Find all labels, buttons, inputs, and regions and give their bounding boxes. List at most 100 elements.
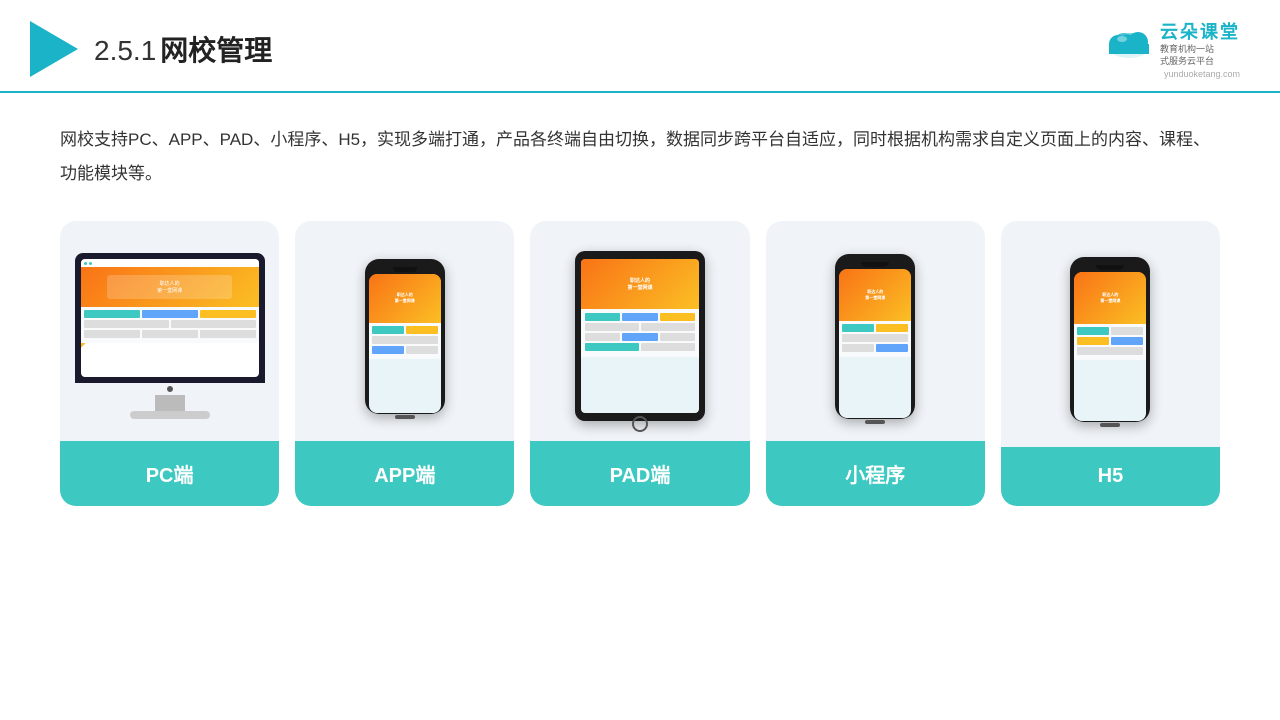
h5-banner: 职达人的第一堂网课 (1074, 272, 1146, 324)
screen-row (585, 313, 695, 321)
mobile-mockup-mp: 职达人的第一堂网课 (835, 254, 915, 419)
pc-mini-nav (81, 259, 259, 267)
nav-dot (84, 262, 87, 265)
app-banner: 职达人的第一堂网课 (369, 274, 441, 323)
pc-banner-inner: 职达人的第一堂网课 (107, 275, 232, 299)
description-text: 网校支持PC、APP、PAD、小程序、H5，实现多端打通，产品各终端自由切换，数… (60, 123, 1220, 191)
main-content: 网校支持PC、APP、PAD、小程序、H5，实现多端打通，产品各终端自由切换，数… (0, 93, 1280, 526)
screen-row (842, 344, 908, 352)
screen-block (622, 333, 657, 341)
screen-row (84, 320, 256, 328)
screen-block (200, 310, 256, 318)
screen-block (200, 330, 256, 338)
pc-stand-connector (167, 386, 173, 392)
mobile-screen-mp: 职达人的第一堂网课 (839, 269, 911, 418)
screen-block (585, 323, 639, 331)
mobile-mockup-app: 职达人的第一堂网课 (365, 259, 445, 414)
pc-stand-neck (155, 395, 185, 411)
title-text: 网校管理 (160, 35, 272, 66)
brand-logo: 云朵课堂 教育机构一站 式服务云平台 yunduoketang.com (1104, 18, 1240, 79)
h5-banner-text: 职达人的第一堂网课 (1100, 292, 1120, 304)
screen-block (876, 344, 908, 352)
screen-block (876, 324, 908, 332)
card-pc: 职达人的第一堂网课 (60, 221, 279, 506)
screen-block (1077, 327, 1109, 335)
screen-block (842, 344, 874, 352)
screen-block (84, 310, 140, 318)
title-number: 2.5.1 (94, 35, 156, 66)
screen-row (585, 323, 695, 331)
card-miniprogram: 职达人的第一堂网课 (766, 221, 985, 506)
card-image-app: 职达人的第一堂网课 (295, 221, 514, 441)
brand-row: 云朵课堂 教育机构一站 式服务云平台 (1104, 18, 1240, 67)
screen-row (372, 346, 438, 354)
app-banner-text: 职达人的第一堂网课 (395, 292, 415, 304)
screen-block (171, 320, 256, 328)
screen-row (1077, 337, 1143, 345)
card-image-h5: 职达人的第一堂网课 (1001, 221, 1220, 447)
tablet-mockup: 职达人的第一堂网课 (575, 251, 705, 421)
h5-device: 职达人的第一堂网课 (1070, 257, 1150, 422)
screen-block (842, 334, 908, 342)
screen-row (84, 310, 256, 318)
pad-banner: 职达人的第一堂网课 (581, 259, 699, 308)
nav-dot (89, 262, 92, 265)
screen-row (842, 334, 908, 342)
h5-content (1074, 324, 1146, 360)
pc-device: 职达人的第一堂网课 (75, 253, 265, 419)
screen-block (641, 323, 695, 331)
card-label-app: APP端 (295, 441, 514, 506)
screen-row (372, 336, 438, 344)
card-h5: 职达人的第一堂网课 (1001, 221, 1220, 506)
screen-block (406, 346, 438, 354)
page-header: 2.5.1网校管理 云朵课堂 教育机构一站 (0, 0, 1280, 93)
pc-screen-outer: 职达人的第一堂网课 (75, 253, 265, 383)
screen-block (372, 346, 404, 354)
screen-block (585, 343, 639, 351)
mobile-home-btn-h5 (1100, 423, 1120, 427)
screen-block (585, 313, 620, 321)
tablet-home-btn (632, 416, 648, 432)
pc-banner-text: 职达人的第一堂网课 (157, 280, 182, 294)
pad-content (581, 309, 699, 357)
screen-block (1077, 347, 1143, 355)
screen-block (142, 330, 198, 338)
mobile-home-btn (395, 415, 415, 419)
screen-row (1077, 327, 1143, 335)
page-title: 2.5.1网校管理 (94, 29, 272, 69)
cards-row: 职达人的第一堂网课 (60, 221, 1220, 506)
screen-block (84, 330, 140, 338)
screen-row (1077, 347, 1143, 355)
card-app: 职达人的第一堂网课 (295, 221, 514, 506)
mobile-notch (393, 267, 417, 272)
screen-row (372, 326, 438, 334)
screen-block (142, 310, 198, 318)
pc-banner: 职达人的第一堂网课 (81, 267, 259, 307)
cloud-icon (1104, 26, 1154, 60)
pc-content-area (81, 307, 259, 343)
pad-banner-text: 职达人的第一堂网课 (627, 277, 652, 291)
pad-device: 职达人的第一堂网课 (575, 251, 705, 421)
screen-block (1111, 337, 1143, 345)
mobile-mockup-h5: 职达人的第一堂网课 (1070, 257, 1150, 422)
mobile-screen-h5: 职达人的第一堂网课 (1074, 272, 1146, 421)
brand-name: 云朵课堂 (1160, 18, 1240, 44)
card-label-miniprogram: 小程序 (766, 441, 985, 506)
screen-block (622, 313, 657, 321)
logo-triangle-icon (30, 21, 78, 77)
screen-block (585, 333, 620, 341)
screen-block (1077, 337, 1109, 345)
screen-block (660, 313, 695, 321)
mobile-notch-mp (861, 262, 889, 267)
pc-screen-inner: 职达人的第一堂网课 (81, 259, 259, 377)
brand-tagline: 教育机构一站 式服务云平台 (1160, 44, 1240, 67)
screen-block (842, 324, 874, 332)
miniprogram-device: 职达人的第一堂网课 (835, 254, 915, 419)
card-image-miniprogram: 职达人的第一堂网课 (766, 221, 985, 441)
card-image-pad: 职达人的第一堂网课 (530, 221, 749, 441)
card-label-pc: PC端 (60, 441, 279, 506)
app-device: 职达人的第一堂网课 (365, 259, 445, 414)
mp-content (839, 321, 911, 357)
mobile-screen-app: 职达人的第一堂网课 (369, 274, 441, 413)
mobile-home-btn-mp (865, 420, 885, 424)
